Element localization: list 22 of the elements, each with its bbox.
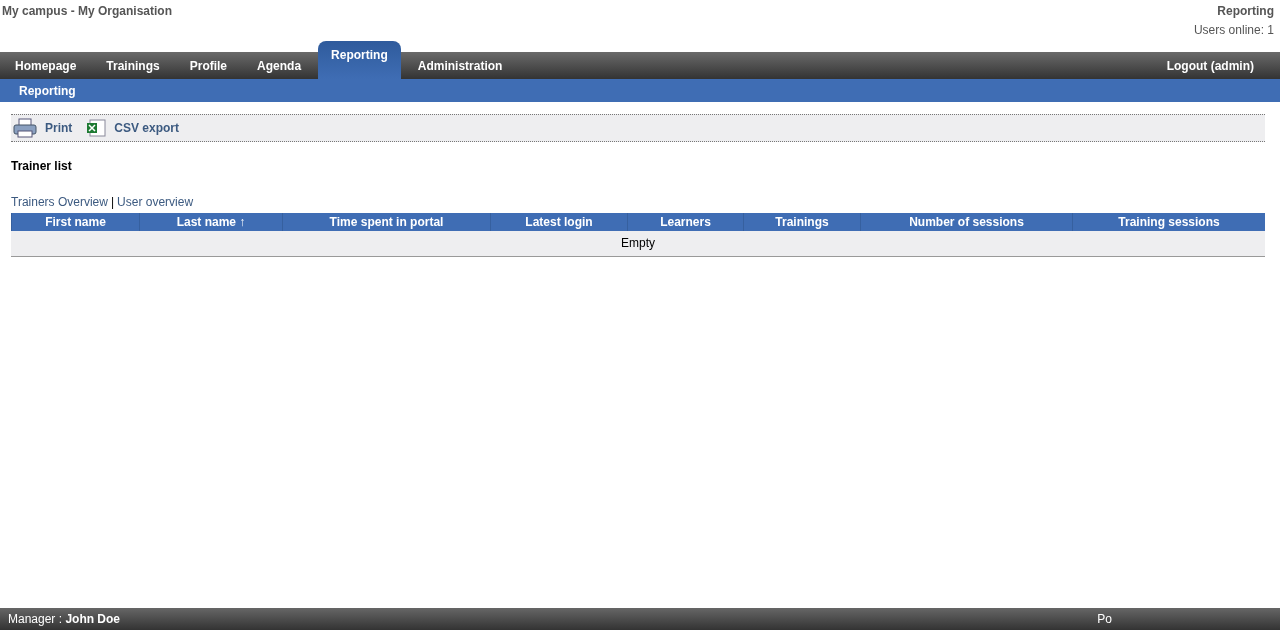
nav-tab[interactable]: Profile <box>174 52 243 79</box>
print-button[interactable]: Print <box>13 118 73 138</box>
nav-tab[interactable]: Administration <box>402 52 518 79</box>
spreadsheet-icon <box>86 119 107 137</box>
logout-link[interactable]: Logout (admin) <box>1166 58 1254 73</box>
export-button[interactable]: CSV export <box>86 119 180 137</box>
manager-text: Manager : John Doe <box>8 612 121 626</box>
view-link[interactable]: Trainers Overview <box>11 195 108 209</box>
subnav-link[interactable]: Reporting <box>19 83 76 98</box>
site-title: My campus - My Organisation <box>2 4 173 20</box>
view-link[interactable]: User overview <box>117 195 194 209</box>
nav-tab[interactable]: Agenda <box>242 52 317 79</box>
printer-icon <box>13 118 37 138</box>
page-title: Trainer list <box>11 159 73 173</box>
footer-text: Po <box>1097 612 1112 626</box>
section-title: Reporting <box>1217 4 1274 18</box>
nav-tab[interactable]: Trainings <box>91 52 175 79</box>
users-online: Users online: 1 <box>1193 23 1274 37</box>
empty-message: Empty <box>11 231 1265 256</box>
nav-tab[interactable]: Homepage <box>0 52 92 79</box>
nav-tab[interactable]: Reporting <box>318 41 401 79</box>
separator: | <box>110 195 115 209</box>
